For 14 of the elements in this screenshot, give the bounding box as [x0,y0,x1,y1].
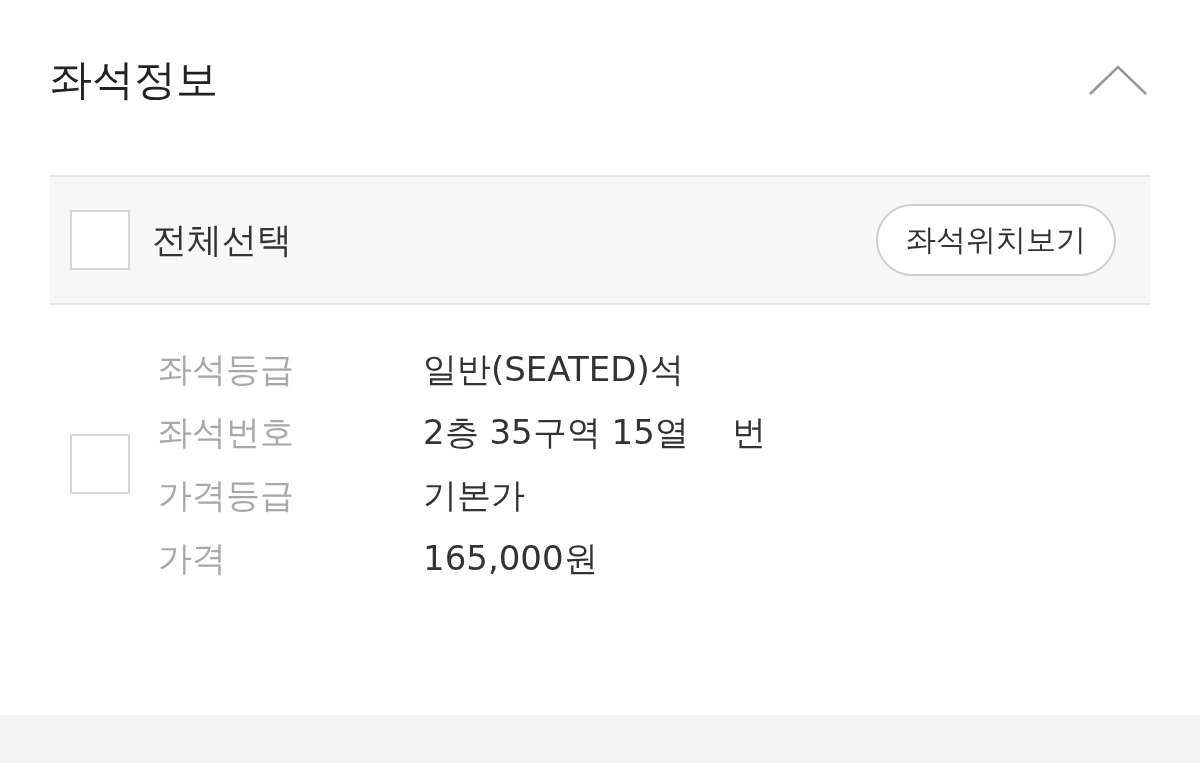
select-all-label: 전체선택 [152,218,292,262]
field-label: 가격 [158,537,227,580]
select-all-checkbox[interactable] [70,210,130,270]
field-label: 좌석등급 [158,348,295,391]
field-value: 2층 35구역 15열 번 [423,411,766,454]
section-title: 좌석정보 [50,54,218,106]
field-value: 165,000원 [423,537,599,580]
field-value: 기본가 [423,474,526,517]
field-label: 가격등급 [158,474,295,517]
seat-map-button[interactable]: 좌석위치보기 [876,204,1116,276]
chevron-up-icon[interactable] [1088,64,1148,96]
seat-checkbox[interactable] [70,434,130,494]
field-label: 좌석번호 [158,411,295,454]
field-value: 일반(SEATED)석 [423,348,685,391]
